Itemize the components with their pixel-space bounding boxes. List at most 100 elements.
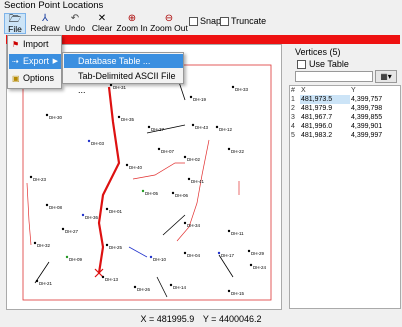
table-select[interactable] <box>295 71 373 82</box>
y-cell[interactable]: 4,399,997 <box>350 131 400 140</box>
drillhole-point[interactable] <box>109 83 113 87</box>
x-cell[interactable]: 481,979.9 <box>300 104 350 113</box>
drillhole-point[interactable] <box>81 213 85 217</box>
drillhole-point[interactable] <box>29 175 33 179</box>
drillhole-point[interactable] <box>183 251 187 255</box>
drillhole-label: DH-03 <box>91 141 105 146</box>
snap-checkbox[interactable]: Snap <box>189 16 221 26</box>
submenu-item-tab-delimited[interactable]: Tab-Delimited ASCII File ... <box>64 69 183 95</box>
drillhole-point[interactable] <box>35 279 39 283</box>
drillhole-point[interactable] <box>105 243 109 247</box>
y-cell[interactable]: 4,399,901 <box>350 122 400 131</box>
section-color-bar <box>6 35 400 44</box>
zoom-in-label: Zoom In <box>116 23 148 33</box>
drillhole-point[interactable] <box>105 207 109 211</box>
drillhole-point[interactable] <box>249 263 253 267</box>
drillhole-layer: DH-28DH-31DH-19DH-33DH-30DH-35DH-37DH-43… <box>29 83 267 296</box>
drillhole-point[interactable] <box>65 255 69 259</box>
drillhole-point[interactable] <box>247 249 251 253</box>
zoom-out-button[interactable]: ⊖ Zoom Out <box>150 13 188 34</box>
drillhole-label: DH-37 <box>151 127 165 132</box>
export-icon: ⇢ <box>12 57 19 66</box>
drillhole-point[interactable] <box>157 147 161 151</box>
drillhole-label: DH-27 <box>65 229 79 234</box>
snap-checkbox-box[interactable] <box>189 16 198 26</box>
zoom-out-label: Zoom Out <box>150 23 188 33</box>
table-row[interactable]: 2 481,979.9 4,399,798 <box>290 104 400 113</box>
x-cell[interactable]: 481,996.0 <box>300 122 350 131</box>
file-button[interactable]: 🗁 File <box>4 13 26 34</box>
drillhole-label: DH-05 <box>145 191 159 196</box>
undo-button[interactable]: ↶ Undo <box>64 13 86 34</box>
drillhole-point[interactable] <box>189 95 193 99</box>
drillhole-point[interactable] <box>183 155 187 159</box>
use-table-checkbox[interactable]: Use Table <box>297 59 349 69</box>
menu-item-export[interactable]: ⇢ Export ▶ <box>9 54 61 69</box>
drillhole-point[interactable] <box>33 241 37 245</box>
col-header: # <box>291 87 295 94</box>
drillhole-label: DH-34 <box>187 223 201 228</box>
use-table-label: Use Table <box>309 59 349 69</box>
map-boundary <box>22 64 272 301</box>
import-label: Import <box>23 39 49 49</box>
drillhole-label: DH-06 <box>175 193 189 198</box>
vertices-grid[interactable]: # X Y 1 481,973.5 4,399,757 2 481,979.9 … <box>289 85 401 309</box>
drillhole-point[interactable] <box>227 147 231 151</box>
col-header: Y <box>351 87 356 94</box>
drillhole-label: DH-33 <box>235 87 249 92</box>
menu-item-import[interactable]: ⚑ Import <box>9 37 61 52</box>
drillhole-point[interactable] <box>45 113 49 117</box>
drillhole-point[interactable] <box>61 227 65 231</box>
menu-item-options[interactable]: ▣ Options <box>9 71 61 86</box>
drillhole-point[interactable] <box>101 275 105 279</box>
segment-line <box>178 81 186 101</box>
drillhole-point[interactable] <box>87 139 91 143</box>
drillhole-label: DH-24 <box>253 265 267 270</box>
drillhole-point[interactable] <box>117 115 121 119</box>
drillhole-point[interactable] <box>227 289 231 293</box>
y-cell[interactable]: 4,399,757 <box>350 95 400 104</box>
drillhole-point[interactable] <box>215 125 219 129</box>
drillhole-point[interactable] <box>227 229 231 233</box>
clear-button[interactable]: ✕ Clear <box>90 13 114 34</box>
truncate-checkbox-box[interactable] <box>220 16 229 26</box>
x-cell[interactable]: 481,973.5 <box>300 95 350 104</box>
drillhole-point[interactable] <box>149 255 153 259</box>
submenu-item-database-table[interactable]: Database Table ... <box>64 54 183 68</box>
drillhole-label: DH-23 <box>33 177 47 182</box>
drillhole-point[interactable] <box>187 177 191 181</box>
table-row[interactable]: 4 481,996.0 4,399,901 <box>290 122 400 131</box>
segment-line <box>218 254 234 278</box>
drillhole-point[interactable] <box>217 251 221 255</box>
row-index: 1 <box>291 96 295 103</box>
table-tool-button[interactable]: ▦▾ <box>375 70 397 83</box>
use-table-box[interactable] <box>297 59 306 69</box>
drillhole-label: DH-41 <box>191 179 205 184</box>
y-cell[interactable]: 4,399,798 <box>350 104 400 113</box>
x-cell[interactable]: 481,967.7 <box>300 113 350 122</box>
drillhole-point[interactable] <box>133 285 137 289</box>
drillhole-point[interactable] <box>169 283 173 287</box>
drillhole-point[interactable] <box>171 191 175 195</box>
drillhole-point[interactable] <box>141 189 145 193</box>
drillhole-label: DH-12 <box>219 127 233 132</box>
drillhole-point[interactable] <box>231 85 235 89</box>
drillhole-point[interactable] <box>147 125 151 129</box>
drillhole-point[interactable] <box>45 203 49 207</box>
drillhole-label: DH-43 <box>195 125 209 130</box>
table-row[interactable]: 3 481,967.7 4,399,855 <box>290 113 400 122</box>
submenu-arrow-icon: ▶ <box>52 58 58 65</box>
redraw-button[interactable]: ⅄ Redraw <box>30 13 60 34</box>
table-row[interactable]: 5 481,983.2 4,399,997 <box>290 131 400 140</box>
truncate-checkbox[interactable]: Truncate <box>220 16 266 26</box>
segment-line <box>156 276 168 298</box>
zoom-in-button[interactable]: ⊕ Zoom In <box>116 13 148 34</box>
drillhole-point[interactable] <box>125 163 129 167</box>
drillhole-label: DH-17 <box>221 253 235 258</box>
drillhole-point[interactable] <box>183 221 187 225</box>
y-cell[interactable]: 4,399,855 <box>350 113 400 122</box>
table-row[interactable]: 1 481,973.5 4,399,757 <box>290 95 400 104</box>
drillhole-label: DH-29 <box>251 251 265 256</box>
x-cell[interactable]: 481,983.2 <box>300 131 350 140</box>
drillhole-point[interactable] <box>191 123 195 127</box>
